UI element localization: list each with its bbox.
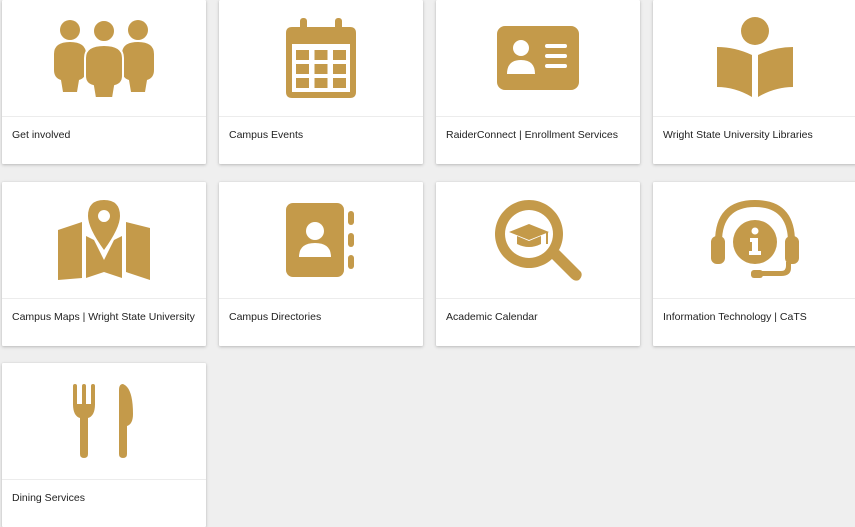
tile-raiderconnect[interactable]: RaiderConnect | Enrollment Services xyxy=(436,0,640,164)
tile-label: Dining Services xyxy=(12,492,85,504)
tile-icon-area xyxy=(436,0,640,117)
tile-label: Academic Calendar xyxy=(446,311,538,323)
tile-label: Information Technology | CaTS xyxy=(663,311,807,323)
tile-icon-area xyxy=(436,182,640,299)
tile-icon-area xyxy=(2,363,206,480)
tile-icon-area xyxy=(653,0,855,117)
reader-book-icon xyxy=(717,17,793,97)
tile-label: Wright State University Libraries xyxy=(663,129,813,141)
headset-info-icon xyxy=(711,200,799,278)
tile-icon-area xyxy=(653,182,855,299)
tile-label: Campus Directories xyxy=(229,311,322,323)
tile-icon-area xyxy=(219,182,423,299)
address-book-icon xyxy=(286,203,354,277)
search-graduation-cap-icon xyxy=(494,200,582,281)
group-people-icon xyxy=(54,19,154,98)
map-pin-icon xyxy=(58,200,150,280)
calendar-icon xyxy=(286,18,356,98)
tile-label: RaiderConnect | Enrollment Services xyxy=(446,129,618,141)
tile-label: Campus Events xyxy=(229,129,304,141)
tile-label: Campus Maps | Wright State University xyxy=(12,311,195,323)
tile-icon-area xyxy=(2,182,206,299)
tile-libraries[interactable]: Wright State University Libraries xyxy=(653,0,855,164)
tile-academic-calendar[interactable]: Academic Calendar xyxy=(436,182,640,346)
tile-information-technology[interactable]: Information Technology | CaTS xyxy=(653,182,855,346)
tile-dining-services[interactable]: Dining Services xyxy=(2,363,206,527)
fork-knife-icon xyxy=(73,384,133,458)
tile-label: Get involved xyxy=(12,129,71,141)
tile-icon-area xyxy=(2,0,206,117)
tile-campus-events[interactable]: Campus Events xyxy=(219,0,423,164)
tile-campus-directories[interactable]: Campus Directories xyxy=(219,182,423,346)
tile-icon-area xyxy=(219,0,423,117)
id-card-icon xyxy=(497,26,579,90)
tile-get-involved[interactable]: Get involved xyxy=(2,0,206,164)
tile-campus-maps[interactable]: Campus Maps | Wright State University xyxy=(2,182,206,346)
